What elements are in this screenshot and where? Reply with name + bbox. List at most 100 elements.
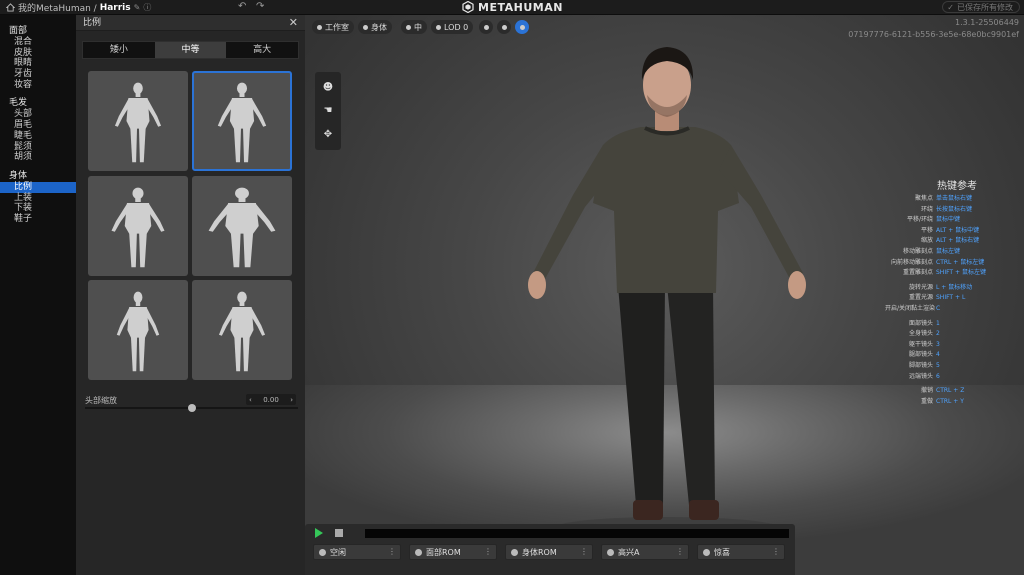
body-preset-tile[interactable] [192, 280, 292, 380]
body-preset-tile[interactable] [88, 176, 188, 276]
more-options-icon[interactable]: ⋮ [772, 545, 780, 559]
timeline-scrubber[interactable] [365, 529, 789, 538]
animation-select[interactable]: 面部ROM ⋮ [409, 544, 497, 560]
toolbar-option-icon [317, 24, 322, 30]
viewport-toolbar-button[interactable]: LOD 0 [431, 20, 474, 34]
animation-label: 空闲 [330, 547, 346, 557]
nav-item[interactable]: 睫毛 [0, 131, 76, 142]
nav-group-title: 面部 [9, 26, 28, 36]
animation-icon [511, 548, 518, 556]
panel-title: 比例 ✕ [76, 15, 305, 31]
nav-group: 毛发 头部 眉毛 睫毛 髭须 胡须 [0, 98, 76, 162]
3d-viewport[interactable]: 工作室 身体 中 LOD 0 1.3.1-25506449 07197776-6121… [305, 15, 1024, 575]
animation-select[interactable]: 身体ROM ⋮ [505, 544, 593, 560]
chat-icon[interactable] [515, 20, 529, 34]
hotkey-row: 全身镜头 2 [885, 329, 1024, 340]
metahuman-logo-icon [462, 1, 474, 13]
nav-item[interactable]: 眉毛 [0, 120, 76, 131]
play-icon[interactable] [315, 528, 323, 538]
body-preset-tile[interactable] [88, 280, 188, 380]
viewport-toolbar-button[interactable]: 中 [401, 20, 427, 34]
edit-icon[interactable]: ✎ [134, 3, 141, 12]
viewport-toolbar-button[interactable]: 身体 [358, 20, 392, 34]
home-icon[interactable] [6, 3, 15, 12]
body-preset-figure [218, 291, 266, 372]
hotkey-keys: 鼠标左键 [936, 247, 961, 255]
hotkey-action: 聚焦点 [914, 195, 933, 202]
body-preset-figure [217, 82, 267, 163]
animation-label: 身体ROM [522, 547, 557, 557]
height-option[interactable]: 高大 [226, 42, 298, 58]
hotkey-action: 全身镜头 [908, 330, 933, 338]
animation-icon [415, 548, 422, 556]
more-options-icon[interactable]: ⋮ [484, 545, 492, 559]
hotkey-action: 躯干镜头 [908, 340, 933, 348]
redo-icon[interactable]: ↷ [256, 1, 264, 12]
nav-item[interactable]: 上装 [0, 193, 76, 204]
head-scale-thumb[interactable] [187, 404, 196, 412]
viewport-toolbar-button[interactable]: 工作室 [312, 20, 354, 34]
nav-item[interactable]: 妆容 [0, 80, 76, 91]
body-preset-figure [116, 291, 160, 372]
panel-title-text: 比例 [83, 18, 102, 28]
more-options-icon[interactable]: ⋮ [388, 545, 396, 559]
nav-item[interactable]: 头部 [0, 109, 76, 120]
nav-item[interactable]: 鞋子 [0, 214, 76, 225]
nav-item[interactable]: 牙齿 [0, 69, 76, 80]
animation-timeline: 空闲 ⋮ 面部ROM ⋮ 身体ROM ⋮ 高兴A ⋮ 惊喜 ⋮ [305, 524, 795, 575]
head-camera-icon[interactable]: ☻ [323, 82, 333, 93]
move-icon[interactable]: ✥ [324, 129, 332, 140]
nav-item[interactable]: 胡须 [0, 152, 76, 163]
globe-icon[interactable] [497, 20, 511, 34]
help-icon[interactable]: ⓘ [143, 2, 151, 13]
toolbar-option-icon [363, 24, 368, 30]
hotkeys-list: 聚焦点 单击鼠标右键 环绕 长按鼠标右键 平移/环绕 鼠标中键 平移 ALT + 鼠标中键 缩放… [885, 194, 1024, 407]
chevron-left-icon[interactable]: ‹ [249, 396, 252, 404]
hand-icon[interactable]: ☚ [324, 105, 333, 116]
hotkey-row: 重置雕刻点 SHIFT + 鼠标左键 [885, 268, 1024, 279]
stop-icon[interactable] [335, 529, 343, 537]
body-preset-tile[interactable] [192, 176, 292, 276]
hotkey-row: 开启/关闭黏土渲染 C [885, 304, 1024, 315]
animation-select[interactable]: 高兴A ⋮ [601, 544, 689, 560]
body-preset-figure [111, 187, 165, 268]
body-preset-tile[interactable] [88, 71, 188, 171]
toolbar-option-icon [501, 24, 507, 30]
nav-item[interactable]: 皮肤 [0, 48, 76, 59]
hotkey-keys: 5 [936, 361, 940, 369]
version-info: 1.3.1-25506449 07197776-6121-b556-3e5e-6… [848, 17, 1019, 41]
hotkey-row: 环绕 长按鼠标右键 [885, 205, 1024, 216]
animation-select[interactable]: 空闲 ⋮ [313, 544, 401, 560]
breadcrumb-root[interactable]: 我的MetaHuman / [18, 1, 97, 14]
hotkey-row: 移动雕刻点 鼠标左键 [885, 247, 1024, 258]
hotkey-keys: 单击鼠标右键 [936, 195, 973, 202]
close-icon[interactable]: ✕ [289, 15, 298, 31]
light-icon[interactable] [479, 20, 493, 34]
nav-item[interactable]: 混合 [0, 37, 76, 48]
hotkey-row: 躯干镜头 3 [885, 340, 1024, 351]
nav-item[interactable]: 下装 [0, 203, 76, 214]
head-scale-value[interactable]: 0.00 [263, 396, 279, 404]
version-number: 1.3.1-25506449 [955, 18, 1019, 27]
hotkey-keys: L + 鼠标移动 [936, 283, 973, 291]
undo-icon[interactable]: ↶ [238, 1, 246, 12]
animation-select[interactable]: 惊喜 ⋮ [697, 544, 785, 560]
body-preset-tile[interactable] [192, 71, 292, 171]
save-status-badge: ✓ 已保存所有修改 [942, 1, 1020, 13]
nav-item[interactable]: 髭须 [0, 142, 76, 153]
hotkey-action: 重置雕刻点 [902, 269, 933, 277]
category-nav: 面部 混合 皮肤 眼睛 牙齿 妆容 毛发 头部 眉毛 睫毛 髭须 胡须 身体 比例 上装 下装 鞋子 [0, 15, 76, 575]
height-option[interactable]: 中等 [154, 42, 227, 58]
body-preset-figure [208, 187, 276, 268]
chevron-right-icon[interactable]: › [290, 396, 293, 404]
more-options-icon[interactable]: ⋮ [580, 545, 588, 559]
more-options-icon[interactable]: ⋮ [676, 545, 684, 559]
height-option[interactable]: 矮小 [83, 42, 155, 58]
head-scale-stepper[interactable]: ‹ 0.00 › [246, 394, 296, 405]
hotkey-action: 撤销 [920, 387, 933, 395]
hotkey-row: 平移/环绕 鼠标中键 [885, 215, 1024, 226]
nav-item[interactable]: 眼睛 [0, 58, 76, 69]
hotkey-action: 腿部镜头 [908, 351, 933, 359]
hotkey-row: 重置光源 SHIFT + L [885, 293, 1024, 304]
nav-item[interactable]: 比例 [0, 181, 76, 193]
